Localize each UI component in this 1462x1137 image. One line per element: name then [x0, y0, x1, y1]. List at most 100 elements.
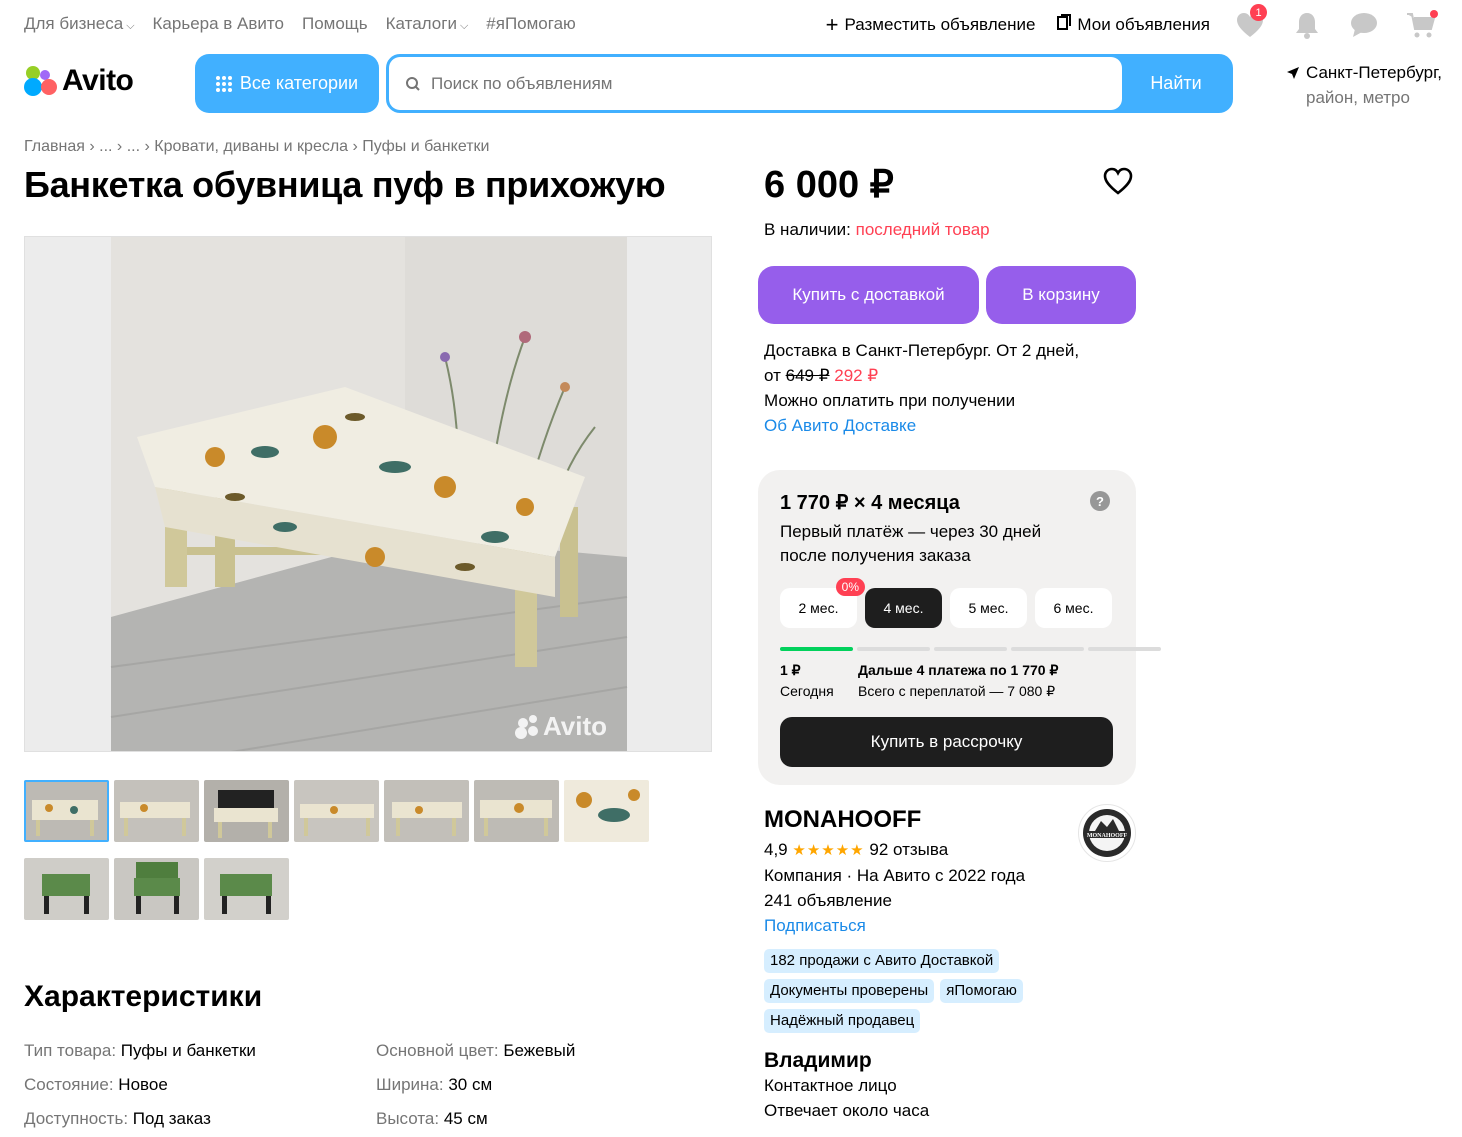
installment-card: 1 770 ₽ × 4 месяца ? Первый платёж — чер…: [758, 470, 1161, 785]
zero-percent-badge: 0%: [835, 578, 865, 596]
chevron-down-icon: ⌵: [459, 20, 469, 32]
buy-with-delivery-button[interactable]: Купить с доставкой: [758, 266, 979, 324]
breadcrumb-item[interactable]: Кровати, диваны и кресла: [154, 138, 348, 155]
thumbnail[interactable]: [474, 780, 559, 842]
page-title: Банкетка обувница пуф в прихожую: [24, 164, 666, 205]
characteristics-right: Основной цвет: Бежевый Ширина: 30 см Выс…: [376, 1034, 575, 1136]
add-to-cart-button[interactable]: В корзину: [986, 266, 1136, 324]
characteristics-heading: Характеристики: [24, 980, 263, 1013]
nav-business[interactable]: Для бизнеса ⌵: [24, 14, 135, 34]
messages-button[interactable]: [1347, 10, 1381, 40]
breadcrumb-item[interactable]: ...: [99, 138, 112, 155]
breadcrumb-item[interactable]: Пуфы и банкетки: [362, 138, 489, 155]
breadcrumb-item[interactable]: ...: [127, 138, 140, 155]
search-button[interactable]: Найти: [1122, 57, 1230, 110]
about-delivery-link[interactable]: Об Авито Доставке: [764, 413, 1079, 438]
favorites-count-badge: 1: [1250, 4, 1267, 21]
favorites-button[interactable]: 1: [1233, 4, 1267, 40]
seller-reviews-link[interactable]: 92 отзыва: [869, 840, 948, 859]
month-option-5[interactable]: 5 мес.: [950, 588, 1027, 628]
seller-ads-count[interactable]: 241 объявление: [764, 888, 1025, 913]
char-row: Доступность: Под заказ: [24, 1109, 211, 1128]
breadcrumb-item[interactable]: Главная: [24, 138, 85, 155]
avito-logo[interactable]: Avito: [24, 64, 134, 98]
next-payments: Дальше 4 платежа по 1 770 ₽ Всего с пере…: [858, 662, 1059, 699]
nav-help[interactable]: Помощь: [302, 14, 368, 34]
search-placeholder: Поиск по объявлениям: [431, 73, 613, 93]
seller-name[interactable]: MONAHOOFF: [764, 806, 921, 834]
buy-installment-button[interactable]: Купить в рассрочку: [780, 717, 1113, 767]
location-arrow-icon: [1287, 66, 1299, 79]
bell-icon: [1296, 13, 1318, 39]
thumbnail[interactable]: [384, 780, 469, 842]
cart-button[interactable]: [1404, 10, 1438, 40]
seller-badge: яПомогаю: [940, 979, 1023, 1003]
search-input[interactable]: Поиск по объявлениям: [389, 57, 1122, 110]
payment-progress: [780, 647, 1161, 651]
seller-rating: 4,9: [764, 840, 788, 859]
month-option-2[interactable]: 2 мес. 0%: [780, 578, 865, 628]
nav-career[interactable]: Карьера в Авито: [153, 14, 284, 34]
top-actions: + Разместить объявление Мои объявления 1: [826, 4, 1438, 40]
bench-photo: Avito: [25, 237, 711, 751]
char-row: Ширина: 30 см: [376, 1075, 493, 1094]
help-icon[interactable]: ?: [1090, 491, 1110, 511]
heart-outline-icon: [1103, 167, 1133, 195]
stock-status: В наличии: последний товар: [764, 220, 990, 239]
char-row: Состояние: Новое: [24, 1075, 168, 1094]
char-row: Высота: 45 см: [376, 1109, 488, 1128]
document-icon: [1057, 14, 1072, 36]
watermark-text: Avito: [543, 711, 607, 741]
thumbnail[interactable]: [24, 858, 109, 920]
nav-ipomogayu[interactable]: #яПомогаю: [486, 14, 576, 34]
seller-avatar[interactable]: MONAHOOFF: [1078, 804, 1136, 862]
top-nav: Для бизнеса ⌵ Карьера в Авито Помощь Ката…: [24, 14, 576, 34]
add-to-favorites-button[interactable]: [1101, 164, 1135, 198]
thumbnail[interactable]: [564, 780, 649, 842]
grid-dots-icon: [215, 75, 232, 92]
plus-icon: +: [825, 12, 839, 37]
all-categories-button[interactable]: Все категории: [195, 54, 379, 113]
month-option-6[interactable]: 6 мес.: [1035, 588, 1112, 628]
month-selector: 2 мес. 0% 4 мес. 5 мес. 6 мес.: [780, 578, 1112, 628]
installment-subtitle: Первый платёж — через 30 дней после полу…: [780, 522, 1042, 565]
star-rating-icon: ★★★★★: [792, 842, 865, 859]
seller-badges: 182 продажи с Авито Доставкой Документы …: [764, 949, 1064, 1033]
thumbnail-strip: [24, 780, 664, 920]
month-option-4[interactable]: 4 мес.: [865, 588, 942, 628]
char-row: Тип товара: Пуфы и банкетки: [24, 1041, 256, 1060]
my-ads-link[interactable]: Мои объявления: [1057, 14, 1210, 36]
chat-bubble-icon: [1351, 13, 1377, 37]
delivery-info: Доставка в Санкт-Петербург. От 2 дней, о…: [764, 338, 1079, 438]
breadcrumb: Главная › ... › ... › Кровати, диваны и …: [24, 138, 490, 155]
char-row: Основной цвет: Бежевый: [376, 1041, 576, 1060]
thumbnail[interactable]: [204, 858, 289, 920]
cart-dot-badge: [1430, 10, 1438, 18]
thumbnail[interactable]: [114, 780, 199, 842]
seller-badge: Надёжный продавец: [764, 1009, 921, 1033]
search-bar: Поиск по объявлениям Найти: [386, 54, 1233, 113]
seller-logo-image: MONAHOOFF: [1083, 809, 1131, 857]
location-selector[interactable]: Санкт-Петербург, район, метро: [1286, 60, 1442, 110]
thumbnail[interactable]: [114, 858, 199, 920]
top-bar: Для бизнеса ⌵ Карьера в Авито Помощь Ката…: [0, 0, 1462, 50]
thumbnail[interactable]: [204, 780, 289, 842]
svg-text:MONAHOOFF: MONAHOOFF: [1087, 833, 1128, 839]
seller-badge: Документы проверены: [764, 979, 935, 1003]
seller-info: 4,9 ★★★★★ 92 отзыва Компания · На Авито …: [764, 837, 1025, 938]
nav-catalogs[interactable]: Каталоги ⌵: [386, 14, 469, 34]
thumbnail[interactable]: [294, 780, 379, 842]
installment-heading: 1 770 ₽ × 4 месяца: [780, 492, 960, 514]
subscribe-link[interactable]: Подписаться: [764, 913, 1025, 938]
thumbnail[interactable]: [24, 780, 109, 842]
characteristics-left: Тип товара: Пуфы и банкетки Состояние: Н…: [24, 1034, 256, 1136]
logo-dots-icon: [24, 64, 58, 98]
notifications-button[interactable]: [1290, 10, 1324, 40]
price: 6 000 ₽: [764, 164, 894, 206]
contact-name: Владимир: [764, 1049, 872, 1072]
main-product-image[interactable]: Avito: [24, 236, 712, 752]
contact-person: Владимир Контактное лицо Отвечает около …: [764, 1049, 930, 1120]
search-icon: [406, 76, 420, 91]
seller-badge: 182 продажи с Авито Доставкой: [764, 949, 1000, 973]
post-ad-link[interactable]: + Разместить объявление: [826, 14, 1036, 36]
